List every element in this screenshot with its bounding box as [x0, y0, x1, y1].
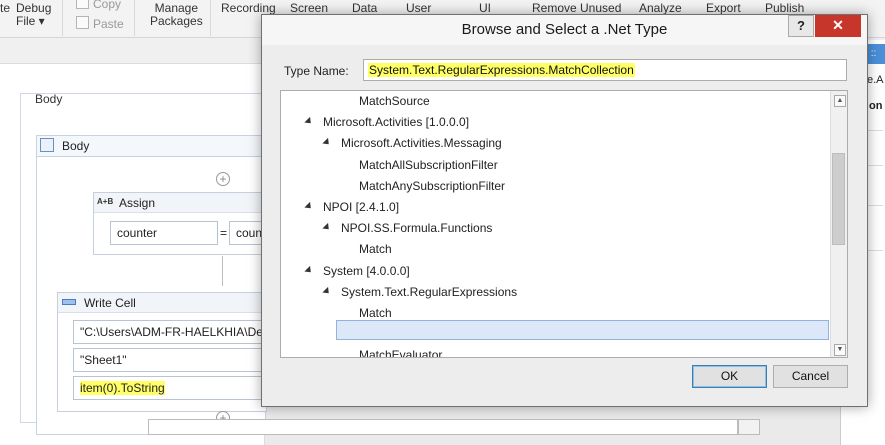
tree-item-label: System.Text.RegularExpressions: [341, 284, 518, 299]
tree-item-label: NPOI.SS.Formula.Functions: [341, 221, 493, 236]
tree-item-label: MatchAllSubscriptionFilter: [359, 157, 498, 172]
tree-item[interactable]: System.Text.RegularExpressions: [281, 281, 829, 303]
expand-triangle-icon[interactable]: [322, 223, 332, 233]
ribbon-separator: [62, 0, 63, 36]
connector-line: [222, 256, 223, 286]
body-sequence-header[interactable]: Body: [36, 135, 266, 157]
horizontal-scrollbar[interactable]: [148, 419, 738, 435]
tree-item[interactable]: Microsoft.Activities [1.0.0.0]: [281, 111, 829, 133]
expand-triangle-icon[interactable]: [322, 138, 332, 148]
ribbon-separator: [210, 0, 211, 36]
panel-partial-text: e.A: [867, 74, 884, 86]
sheet-name-field[interactable]: "Sheet1": [73, 348, 267, 372]
write-cell-title: Write Cell: [84, 296, 136, 310]
expand-triangle-icon[interactable]: [304, 117, 314, 127]
copy-button[interactable]: Copy: [76, 0, 121, 11]
expand-triangle-icon[interactable]: [322, 286, 332, 296]
cell-value-text: item(0).ToString: [80, 381, 165, 395]
tree-item[interactable]: System [4.0.0.0]: [281, 260, 829, 282]
help-button[interactable]: ?: [788, 15, 814, 37]
assign-icon: A+B: [97, 197, 114, 206]
tree-item-label: Microsoft.Activities.Messaging: [341, 136, 502, 151]
scroll-up-icon[interactable]: ▲: [834, 95, 846, 107]
tree-item[interactable]: MatchSource: [281, 91, 829, 112]
assign-title: Assign: [119, 196, 156, 210]
expand-triangle-icon[interactable]: [304, 201, 314, 212]
tree-item-label: MatchSource: [359, 94, 430, 108]
tree-item-label: MatchAnySubscriptionFilter: [359, 178, 506, 193]
scroll-down-icon[interactable]: ▼: [834, 344, 846, 356]
paste-button[interactable]: Paste: [76, 16, 124, 31]
selected-tree-row-highlight: [336, 320, 829, 340]
ribbon-separator: [134, 0, 135, 36]
paste-icon: [76, 16, 89, 29]
manage-packages-button[interactable]: Manage Packages: [150, 2, 203, 28]
debug-file-sublabel: File ▾: [16, 14, 45, 28]
type-name-label: Type Name:: [284, 64, 349, 78]
close-button[interactable]: ✕: [815, 15, 861, 37]
paste-label: Paste: [93, 17, 124, 31]
tree-item[interactable]: MatchAnySubscriptionFilter: [281, 175, 829, 197]
body-sequence-title: Body: [62, 139, 90, 153]
add-activity-plus-icon[interactable]: +: [216, 172, 230, 186]
sequence-icon: [40, 138, 54, 152]
tree-item[interactable]: Microsoft.Activities.Messaging: [281, 132, 829, 154]
manage-packages-sublabel: Packages: [150, 14, 203, 28]
panel-partial-header: on: [869, 100, 883, 112]
ribbon-partial-label: te: [0, 1, 11, 15]
tree-item-label: Match: [359, 242, 392, 257]
type-name-input[interactable]: System.Text.RegularExpressions.MatchColl…: [363, 59, 847, 81]
tree-item[interactable]: MatchEvaluator: [281, 344, 829, 358]
debug-file-button[interactable]: Debug File ▾: [16, 2, 51, 28]
ok-button[interactable]: OK: [692, 365, 767, 388]
type-tree[interactable]: MatchSource Microsoft.Activities [1.0.0.0…: [280, 90, 848, 358]
assign-equals-sign: =: [220, 226, 228, 240]
body-title: Body: [35, 92, 63, 106]
copy-label: Copy: [93, 0, 122, 11]
tree-item[interactable]: NPOI.SS.Formula.Functions: [281, 217, 829, 239]
type-name-value: System.Text.RegularExpressions.MatchColl…: [368, 63, 635, 77]
tree-item-label: System [4.0.0.0]: [323, 263, 410, 278]
dialog-title: Browse and Select a .Net Type: [461, 21, 668, 38]
tree-item[interactable]: MatchAllSubscriptionFilter: [281, 154, 829, 176]
cell-value-field[interactable]: item(0).ToString: [73, 376, 267, 400]
tree-scroll-thumb[interactable]: [832, 153, 845, 245]
tree-item-label: Microsoft.Activities [1.0.0.0]: [323, 115, 470, 130]
copy-icon: [76, 0, 89, 9]
write-cell-icon: [62, 299, 76, 305]
assign-to-field[interactable]: counter: [110, 221, 218, 245]
workbook-path-field[interactable]: "C:\Users\ADM-FR-HAELKHIA\De: [73, 320, 267, 344]
tree-item[interactable]: NPOI [2.4.1.0]: [281, 196, 829, 218]
tree-item[interactable]: Match: [281, 238, 829, 260]
scroll-right-button[interactable]: [738, 419, 760, 435]
tree-item-label: MatchEvaluator: [359, 348, 443, 358]
expand-triangle-icon[interactable]: [304, 265, 314, 275]
cancel-button[interactable]: Cancel: [773, 365, 848, 388]
tree-item-label: NPOI [2.4.1.0]: [323, 200, 400, 214]
